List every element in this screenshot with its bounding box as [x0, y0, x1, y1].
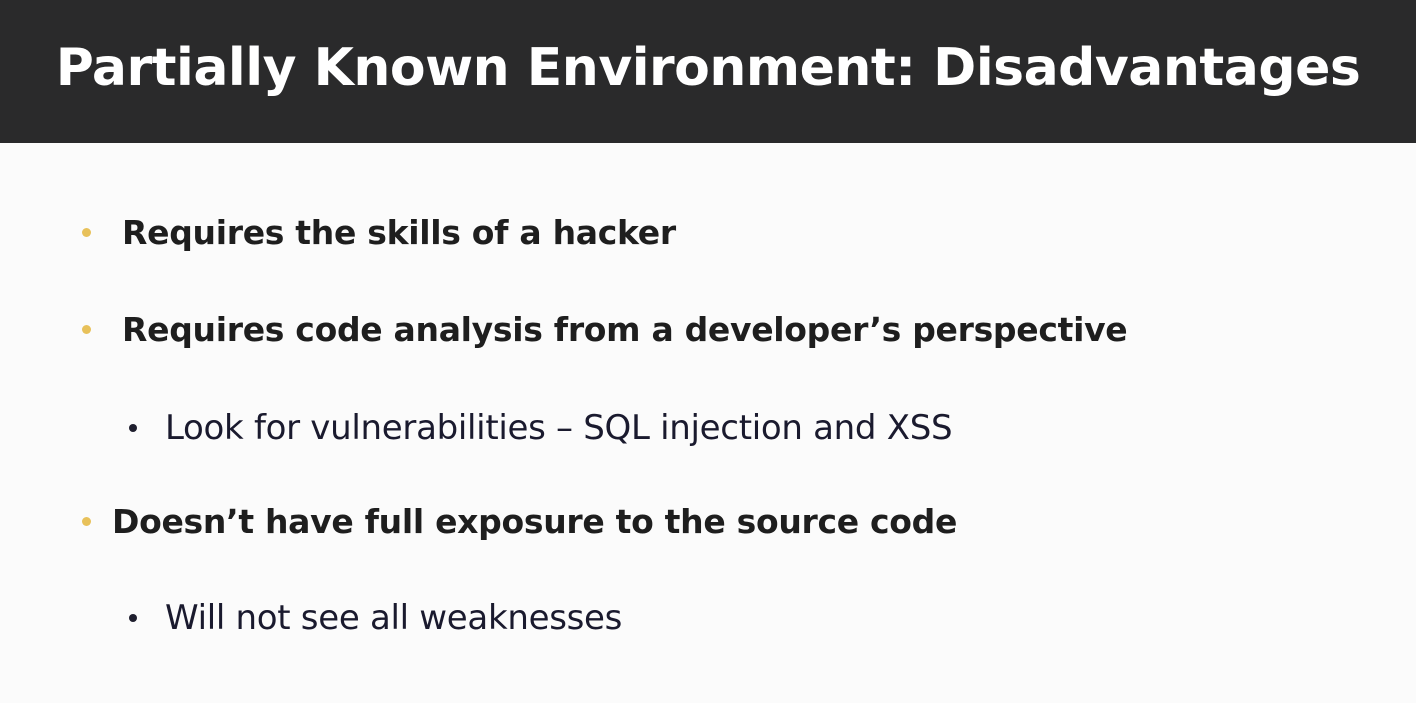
bullet-item-1: Requires the skills of a hacker [82, 213, 676, 252]
bullet-dot-icon [82, 517, 91, 526]
sub-bullet-dot-icon [129, 614, 137, 622]
bullet-text: Requires code analysis from a developer’… [122, 310, 1128, 349]
bullet-text: Requires the skills of a hacker [122, 213, 676, 252]
slide: Partially Known Environment: Disadvantag… [0, 0, 1416, 703]
bullet-item-3: Doesn’t have full exposure to the source… [82, 502, 957, 541]
title-bar: Partially Known Environment: Disadvantag… [0, 0, 1416, 143]
sub-bullet-text: Look for vulnerabilities – SQL injection… [165, 408, 953, 448]
bullet-item-2: Requires code analysis from a developer’… [82, 310, 1128, 349]
sub-bullet-item-1: Look for vulnerabilities – SQL injection… [129, 408, 953, 448]
bullet-text: Doesn’t have full exposure to the source… [112, 502, 958, 541]
slide-title: Partially Known Environment: Disadvantag… [55, 37, 1361, 98]
sub-bullet-text: Will not see all weaknesses [165, 598, 623, 638]
bullet-dot-icon [82, 228, 91, 237]
sub-bullet-item-2: Will not see all weaknesses [129, 598, 622, 638]
bullet-dot-icon [82, 325, 91, 334]
sub-bullet-dot-icon [129, 424, 137, 432]
